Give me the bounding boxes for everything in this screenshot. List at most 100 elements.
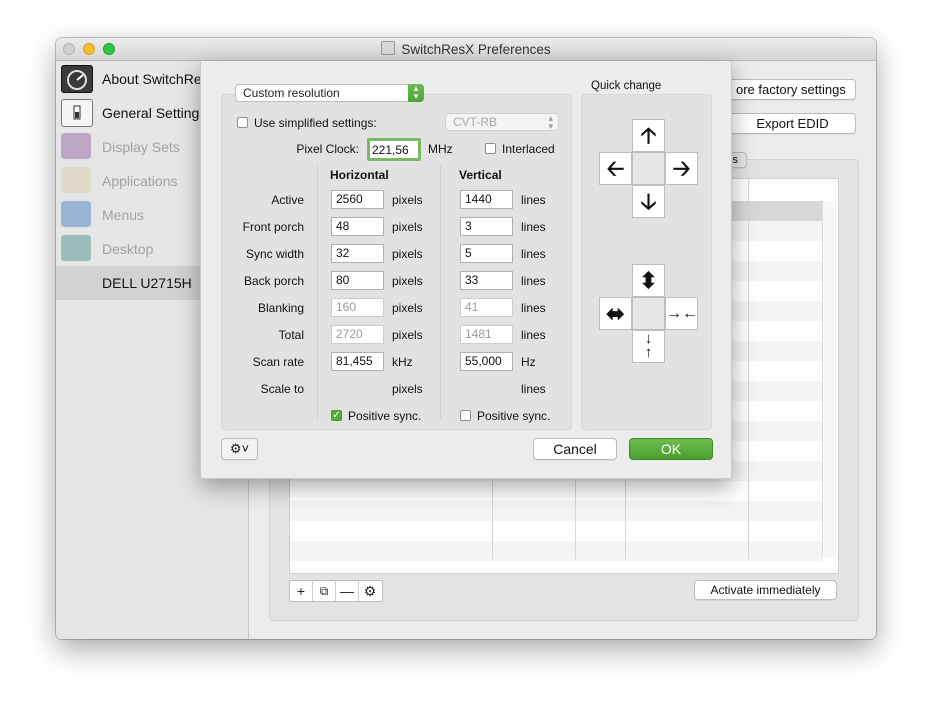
applications-icon: [61, 167, 91, 193]
h-front-porch-field[interactable]: 48: [331, 217, 384, 236]
resolution-type-value: Custom resolution: [243, 86, 340, 100]
column-divider: [748, 179, 749, 559]
sidebar-item-label: Applications: [102, 173, 178, 189]
v-unit: lines: [521, 328, 546, 342]
expand-vertical-arrow-icon[interactable]: ⬍: [632, 264, 665, 297]
row-label-back-porch: Back porch: [243, 274, 304, 288]
remove-resolution-button[interactable]: —: [336, 581, 359, 601]
v-positive-sync-checkbox[interactable]: [460, 410, 471, 421]
title-bar[interactable]: SwitchResX Preferences: [56, 38, 876, 61]
sidebar-item-label: Desktop: [102, 241, 154, 257]
switch-icon: [61, 99, 93, 127]
gear-menu-button[interactable]: ⚙: [359, 581, 381, 601]
move-down-arrow-icon[interactable]: 🡣: [632, 185, 665, 218]
menus-icon: [61, 201, 91, 227]
cancel-button[interactable]: Cancel: [533, 438, 617, 460]
table-row[interactable]: [290, 541, 822, 561]
displays-icon: [61, 133, 91, 159]
v-unit: Hz: [521, 355, 536, 369]
pixel-clock-field[interactable]: 221,56: [367, 138, 421, 161]
h-back-porch-field[interactable]: 80: [331, 271, 384, 290]
v-scan-rate-field[interactable]: 55,000: [460, 352, 513, 371]
row-label-front-porch: Front porch: [242, 220, 304, 234]
v-unit: lines: [521, 301, 546, 315]
h-positive-sync-label: Positive sync.: [348, 409, 422, 423]
row-label-scan-rate: Scan rate: [252, 355, 304, 369]
sidebar-item-label: Display Sets: [102, 139, 180, 155]
horizontal-header: Horizontal: [330, 168, 389, 182]
app-icon: [381, 41, 396, 55]
quick-change-label: Quick change: [591, 80, 662, 92]
sidebar-item-label: General Settings: [102, 105, 207, 121]
v-unit: lines: [521, 274, 546, 288]
shrink-vertical-arrow-icon[interactable]: ↓ ↑: [632, 330, 665, 363]
v-total-field: 1481: [460, 325, 513, 344]
v-unit: lines: [521, 220, 546, 234]
desktop-icon: [61, 235, 91, 261]
ok-button[interactable]: OK: [629, 438, 713, 460]
interlaced-label: Interlaced: [502, 142, 555, 156]
h-positive-sync-checkbox[interactable]: ✓: [331, 410, 342, 421]
quick-center-cell: [632, 152, 665, 185]
h-scan-rate-field[interactable]: 81,455: [331, 352, 384, 371]
gear-icon: ⚙˅: [229, 441, 250, 456]
interlaced-checkbox[interactable]: [485, 143, 496, 154]
v-sync-width-field[interactable]: 5: [460, 244, 513, 263]
v-back-porch-field[interactable]: 33: [460, 271, 513, 290]
row-label-scale-to: Scale to: [260, 382, 304, 396]
expand-horizontal-arrow-icon[interactable]: ⬌: [599, 297, 632, 330]
window-title-text: SwitchResX Preferences: [401, 42, 551, 57]
export-edid-button[interactable]: Export EDID: [729, 113, 856, 134]
column-divider: [317, 165, 318, 419]
v-unit: lines: [521, 382, 546, 396]
row-label-active: Active: [271, 193, 304, 207]
vertical-header: Vertical: [459, 168, 502, 182]
move-up-arrow-icon[interactable]: 🡡: [632, 119, 665, 152]
use-simplified-checkbox[interactable]: [237, 117, 248, 128]
add-resolution-button[interactable]: +: [290, 581, 313, 601]
h-unit: pixels: [392, 328, 423, 342]
h-unit: pixels: [392, 247, 423, 261]
pixel-clock-label: Pixel Clock:: [296, 142, 359, 156]
table-action-buttons: + ⧉ — ⚙: [289, 580, 383, 602]
sidebar-item-label: Menus: [102, 207, 145, 223]
popup-chevron-icon: ▴ ▾: [408, 84, 424, 102]
row-label-sync-width: Sync width: [245, 247, 304, 261]
move-left-arrow-icon[interactable]: 🡠: [599, 152, 632, 185]
activate-immediately-button[interactable]: Activate immediately: [694, 580, 837, 600]
v-active-field[interactable]: 1440: [460, 190, 513, 209]
v-unit: lines: [521, 193, 546, 207]
v-positive-sync-label: Positive sync.: [477, 409, 551, 423]
h-total-field: 2720: [331, 325, 384, 344]
restore-factory-settings-button[interactable]: ore factory settings: [729, 79, 856, 100]
sidebar-item-label: DELL U2715H: [102, 275, 192, 291]
cvt-popup-value: CVT-RB: [453, 115, 498, 129]
h-sync-width-field[interactable]: 32: [331, 244, 384, 263]
h-unit: pixels: [392, 193, 423, 207]
shrink-horizontal-arrow-icon[interactable]: →←: [665, 297, 698, 330]
v-front-porch-field[interactable]: 3: [460, 217, 513, 236]
column-divider: [440, 165, 441, 419]
chevron-updown-icon: ▴ ▾: [548, 113, 553, 131]
gear-action-button[interactable]: ⚙˅: [221, 438, 258, 460]
window-title: SwitchResX Preferences: [56, 41, 876, 57]
table-row[interactable]: [290, 501, 822, 521]
v-blanking-field: 41: [460, 298, 513, 317]
h-unit: kHz: [392, 355, 413, 369]
cvt-popup[interactable]: CVT-RB ▴ ▾: [445, 113, 559, 131]
move-right-arrow-icon[interactable]: 🡢: [665, 152, 698, 185]
row-label-blanking: Blanking: [257, 301, 304, 315]
h-unit: pixels: [392, 301, 423, 315]
duplicate-resolution-button[interactable]: ⧉: [313, 581, 336, 601]
custom-resolution-sheet: Custom resolution ▴ ▾ Quick change Use si…: [200, 61, 732, 479]
h-blanking-field: 160: [331, 298, 384, 317]
row-label-total: Total: [278, 328, 304, 342]
table-scrollbar[interactable]: [822, 201, 837, 557]
h-unit: pixels: [392, 382, 423, 396]
v-unit: lines: [521, 247, 546, 261]
pixel-clock-unit: MHz: [428, 142, 453, 156]
use-simplified-label: Use simplified settings:: [254, 116, 377, 130]
resolution-type-popup[interactable]: Custom resolution ▴ ▾: [235, 84, 424, 102]
quick-center-cell: [632, 297, 665, 330]
h-active-field[interactable]: 2560: [331, 190, 384, 209]
